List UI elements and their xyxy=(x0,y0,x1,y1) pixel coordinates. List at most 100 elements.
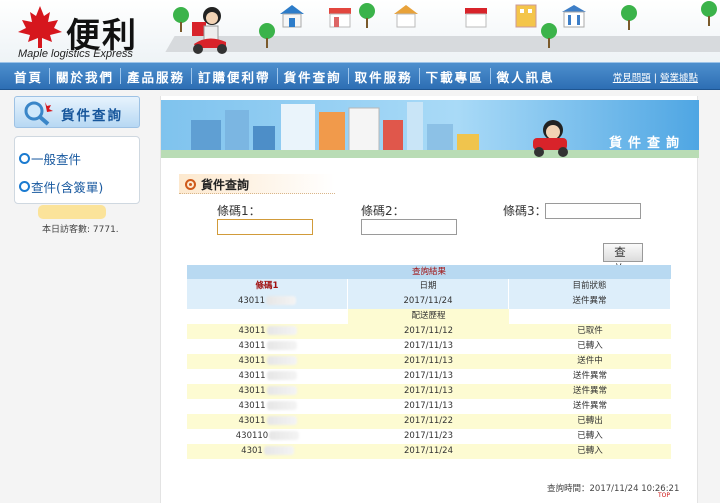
street-graphic xyxy=(165,36,720,52)
barcode-text: 43011 xyxy=(238,371,266,381)
empty-cell xyxy=(509,309,671,324)
history-date: 2017/11/23 xyxy=(404,431,453,441)
redacted-digits xyxy=(266,371,297,380)
back-to-top-link[interactable]: TOP xyxy=(658,492,670,499)
redacted-digits xyxy=(266,341,297,350)
col-date-header: 日期 xyxy=(348,279,509,294)
page-banner: 貨件查詢 xyxy=(161,100,699,158)
table-row: 43011 2017/11/12 已取件 xyxy=(187,324,671,339)
nav-products[interactable]: 產品服務 xyxy=(121,67,191,86)
main-nav: 首頁 關於我們 產品服務 訂購便利帶 貨件查詢 取件服務 下載專區 徵人訊息 常… xyxy=(0,62,720,90)
redacted-digits xyxy=(266,326,297,335)
magnifier-leaf-icon xyxy=(24,101,53,126)
history-status: 送件異常 xyxy=(572,401,607,411)
barcode3-label: 條碼3： xyxy=(503,204,547,218)
visitor-highlight xyxy=(38,205,106,219)
redacted-digits xyxy=(266,296,297,305)
barcode3-input[interactable] xyxy=(545,203,641,219)
delivery-scooter-icon xyxy=(192,7,227,54)
col-barcode-header: 條碼1 xyxy=(187,279,348,294)
barcode1-input[interactable] xyxy=(217,219,313,235)
barcode-text: 43011 xyxy=(238,401,266,411)
faq-link[interactable]: 常見問題 xyxy=(613,73,651,84)
nav-jobs[interactable]: 徵人訊息 xyxy=(491,67,561,86)
barcode2-input[interactable] xyxy=(361,219,457,235)
barcode-text: 43011 xyxy=(238,416,266,426)
history-date: 2017/11/24 xyxy=(404,446,453,456)
branches-link[interactable]: 營業據點 xyxy=(660,73,698,84)
history-status: 已轉入 xyxy=(577,446,603,456)
nav-order[interactable]: 訂購便利帶 xyxy=(192,67,277,86)
history-date: 2017/11/13 xyxy=(404,371,453,381)
tree-icon xyxy=(540,22,558,48)
house-icon xyxy=(278,4,306,28)
visitor-count: 本日訪客數: 7771. xyxy=(42,225,119,235)
house-icon xyxy=(392,4,420,28)
history-date: 2017/11/22 xyxy=(404,416,453,426)
nav-pickup[interactable]: 取件服務 xyxy=(349,67,419,86)
history-barcode: 4301 xyxy=(187,444,348,459)
col-status-header: 目前狀態 xyxy=(509,279,671,294)
history-barcode: 43011 xyxy=(187,354,348,369)
summary-date: 2017/11/24 xyxy=(348,294,509,309)
nav-about[interactable]: 關於我們 xyxy=(50,67,120,86)
section-title: 貨件查詢 xyxy=(201,178,250,192)
barcode2-label: 條碼2： xyxy=(361,204,405,218)
history-status: 已轉入 xyxy=(577,341,603,351)
sidebar-menu: 一般查件 查件(含簽單) xyxy=(14,136,140,204)
history-date: 2017/11/12 xyxy=(404,326,453,336)
barcode1-label: 條碼1： xyxy=(217,204,261,218)
banner-title: 貨件查詢 xyxy=(608,136,685,151)
history-barcode: 43011 xyxy=(187,339,348,354)
nav-home[interactable]: 首頁 xyxy=(8,67,49,86)
redacted-digits xyxy=(266,356,297,365)
bank-icon xyxy=(560,4,588,28)
summary-status: 送件異常 xyxy=(509,294,671,309)
barcode-text: 43011 xyxy=(238,356,266,366)
empty-cell xyxy=(187,309,348,324)
summary-barcode: 43011 xyxy=(187,294,348,309)
history-date: 2017/11/13 xyxy=(404,341,453,351)
redacted-digits xyxy=(266,386,297,395)
tree-icon xyxy=(620,4,638,30)
barcode-text: 43011 xyxy=(238,386,266,396)
history-barcode: 43011 xyxy=(187,384,348,399)
tree-icon xyxy=(358,2,376,28)
history-status: 已轉入 xyxy=(577,431,603,441)
nav-download[interactable]: 下載專區 xyxy=(420,67,490,86)
barcode-text: 430110 xyxy=(235,431,269,441)
history-status: 送件異常 xyxy=(572,386,607,396)
table-row: 43011 2017/11/13 送件中 xyxy=(187,354,671,369)
history-barcode: 43011 xyxy=(187,414,348,429)
redacted-digits xyxy=(269,431,300,440)
history-barcode: 43011 xyxy=(187,324,348,339)
tree-icon xyxy=(258,22,276,48)
shop-icon xyxy=(462,4,490,28)
table-row: 43011 2017/11/22 已轉出 xyxy=(187,414,671,429)
history-label-row: 配送歷程 xyxy=(187,309,671,324)
table-row: 43011 2017/11/13 送件異常 xyxy=(187,384,671,399)
barcode-text: 43011 xyxy=(238,341,266,351)
building-icon xyxy=(512,4,540,28)
table-row: 43011 2017/11/13 已轉入 xyxy=(187,339,671,354)
history-status: 送件中 xyxy=(577,356,603,366)
sidebar-item-tracking-with-signature[interactable]: 查件(含簽單) xyxy=(18,177,103,196)
table-row: 430110 2017/11/23 已轉入 xyxy=(187,429,671,444)
maple-leaf-icon xyxy=(18,6,62,48)
result-title: 查詢結果 xyxy=(187,265,671,279)
nav-utility-links: 常見問題 | 營業據點 xyxy=(613,70,698,84)
main-panel: 貨件查詢 貨件查詢 條碼1： 條碼2： 條碼3： 查 詢 查詢結果 條碼1 日期… xyxy=(160,96,699,503)
history-date: 2017/11/13 xyxy=(404,386,453,396)
shop-icon xyxy=(326,4,354,28)
summary-row: 43011 2017/11/24 送件異常 xyxy=(187,294,671,309)
nav-tracking[interactable]: 貨件查詢 xyxy=(278,67,348,86)
history-status: 已轉出 xyxy=(577,416,603,426)
query-button[interactable]: 查 詢 xyxy=(603,243,643,276)
result-header-row: 條碼1 日期 目前狀態 xyxy=(187,279,671,294)
sidebar-item-general-tracking[interactable]: 一般查件 xyxy=(18,149,81,168)
site-logo[interactable]: 便利帶 Maple logistics Express xyxy=(10,2,170,60)
barcode-text: 4301 xyxy=(241,446,263,456)
site-header: 便利帶 Maple logistics Express xyxy=(0,0,720,62)
history-barcode: 430110 xyxy=(187,429,348,444)
result-table: 查詢結果 條碼1 日期 目前狀態 43011 2017/11/24 送件異常 配… xyxy=(187,265,671,459)
